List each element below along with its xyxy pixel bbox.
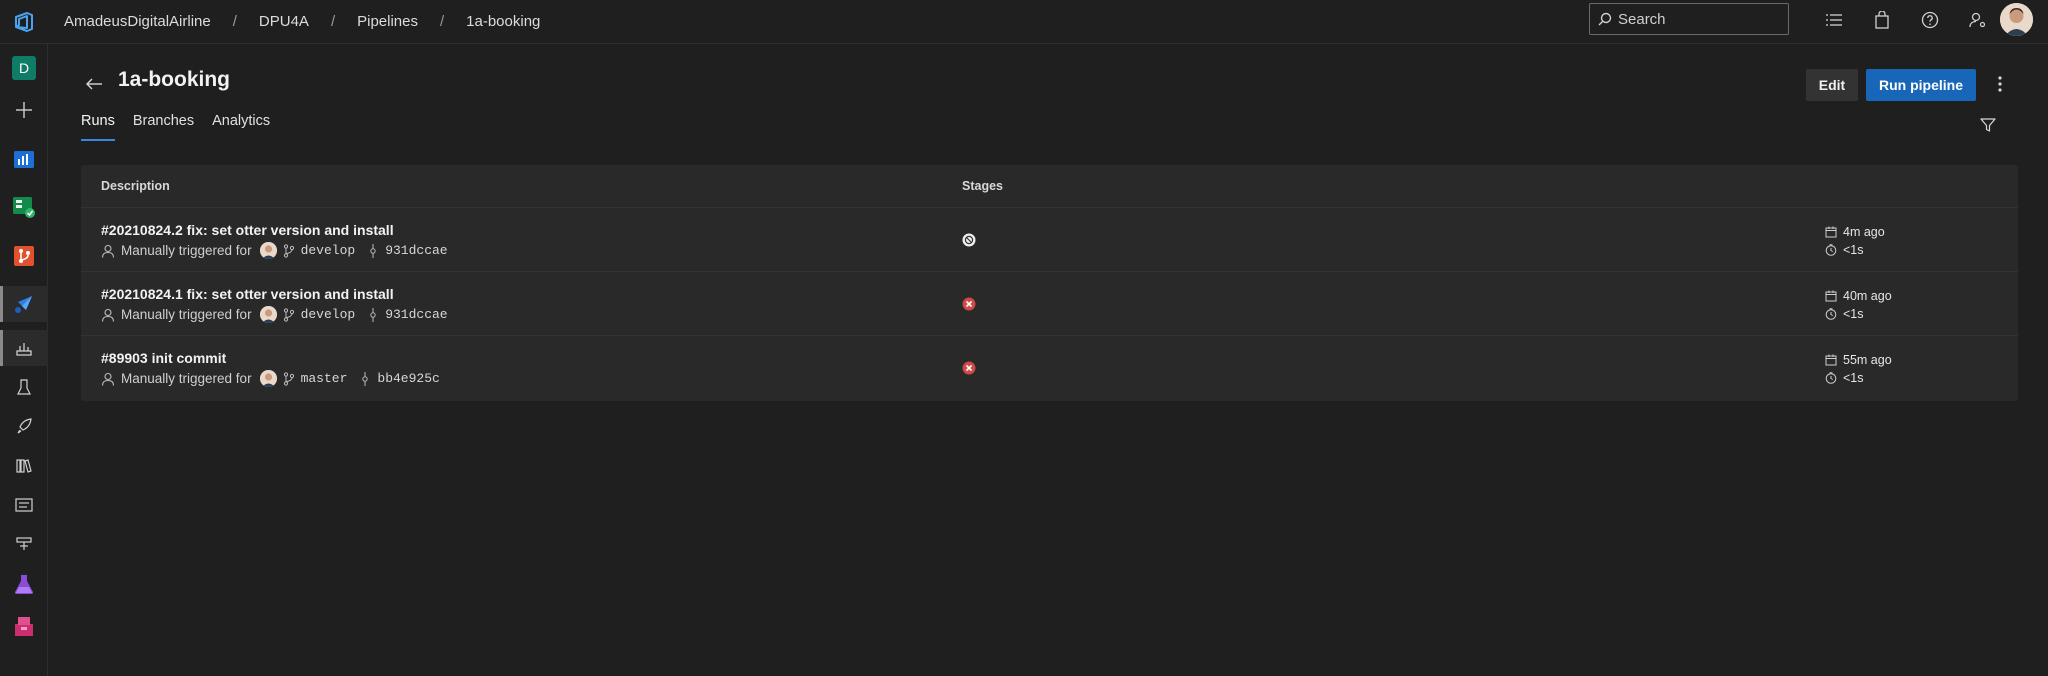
top-bar: AmadeusDigitalAirline / DPU4A / Pipeline… bbox=[0, 0, 2048, 44]
run-duration: <1s bbox=[1843, 243, 1864, 257]
repos-icon[interactable] bbox=[0, 238, 48, 274]
avatar bbox=[259, 242, 277, 259]
table-row[interactable]: #89903 init commit Manually triggered fo… bbox=[81, 336, 2018, 400]
stage-skipped-icon[interactable] bbox=[962, 233, 976, 252]
run-title[interactable]: #89903 init commit bbox=[101, 350, 226, 366]
run-time-ago: 4m ago bbox=[1843, 225, 1885, 239]
run-time-ago: 55m ago bbox=[1843, 353, 1892, 367]
avatar bbox=[259, 306, 277, 323]
breadcrumb: AmadeusDigitalAirline / DPU4A / Pipeline… bbox=[60, 13, 544, 30]
breadcrumb-pipelines[interactable]: Pipelines bbox=[353, 13, 422, 30]
overview-icon[interactable] bbox=[0, 141, 48, 177]
commit-hash[interactable]: 931dccae bbox=[385, 243, 447, 258]
column-header-stages: Stages bbox=[962, 179, 1003, 193]
branch-name[interactable]: develop bbox=[301, 307, 356, 322]
trigger-text: Manually triggered for bbox=[121, 371, 252, 386]
help-icon[interactable] bbox=[1906, 6, 1954, 34]
calendar-icon bbox=[1825, 290, 1837, 302]
table-row[interactable]: #20210824.2 fix: set otter version and i… bbox=[81, 208, 2018, 272]
library-icon[interactable] bbox=[0, 448, 48, 484]
avatar bbox=[259, 370, 277, 387]
person-icon bbox=[101, 244, 115, 258]
tab-bar: Runs Branches Analytics bbox=[81, 113, 288, 141]
run-meta: Manually triggered for master bb4e925c bbox=[101, 370, 440, 387]
table-row[interactable]: #20210824.1 fix: set otter version and i… bbox=[81, 272, 2018, 336]
commit-hash[interactable]: 931dccae bbox=[385, 307, 447, 322]
trigger-text: Manually triggered for bbox=[121, 307, 252, 322]
breadcrumb-project[interactable]: DPU4A bbox=[255, 13, 313, 30]
tab-analytics[interactable]: Analytics bbox=[212, 113, 270, 141]
environments-icon[interactable] bbox=[0, 369, 48, 405]
breadcrumb-separator: / bbox=[330, 13, 336, 30]
run-title[interactable]: #20210824.1 fix: set otter version and i… bbox=[101, 286, 394, 302]
person-icon bbox=[101, 372, 115, 386]
search-icon bbox=[1598, 12, 1612, 26]
commit-icon bbox=[361, 371, 369, 386]
artifacts-icon[interactable] bbox=[0, 608, 48, 644]
branch-icon bbox=[283, 307, 295, 322]
branch-name[interactable]: master bbox=[301, 371, 348, 386]
breadcrumb-pipeline[interactable]: 1a-booking bbox=[462, 13, 544, 30]
branch-icon bbox=[283, 371, 295, 386]
pipelines-icon[interactable] bbox=[0, 286, 48, 322]
tab-runs[interactable]: Runs bbox=[81, 113, 115, 141]
branch-icon bbox=[283, 243, 295, 258]
clock-icon bbox=[1825, 372, 1837, 384]
commit-hash[interactable]: bb4e925c bbox=[377, 371, 439, 386]
releases-rocket-icon[interactable] bbox=[0, 408, 48, 444]
breadcrumb-separator: / bbox=[232, 13, 237, 30]
test-plans-icon[interactable] bbox=[0, 566, 48, 602]
search-placeholder: Search bbox=[1618, 10, 1666, 28]
user-settings-icon[interactable] bbox=[1954, 6, 2002, 34]
run-title[interactable]: #20210824.2 fix: set otter version and i… bbox=[101, 222, 394, 238]
run-time-ago: 40m ago bbox=[1843, 289, 1892, 303]
run-times: 4m ago <1s bbox=[1825, 223, 1885, 259]
run-duration: <1s bbox=[1843, 371, 1864, 385]
run-duration: <1s bbox=[1843, 307, 1864, 321]
run-meta: Manually triggered for develop 931dccae bbox=[101, 242, 448, 259]
run-times: 55m ago <1s bbox=[1825, 351, 1892, 387]
azure-devops-logo-icon[interactable] bbox=[0, 0, 48, 44]
marketplace-bag-icon[interactable] bbox=[1858, 6, 1906, 34]
runs-table: Description Stages #20210824.2 fix: set … bbox=[81, 165, 2018, 401]
task-list-icon[interactable] bbox=[1810, 6, 1858, 34]
add-icon[interactable] bbox=[0, 92, 48, 128]
tab-branches[interactable]: Branches bbox=[133, 113, 194, 141]
table-header: Description Stages bbox=[81, 165, 2018, 208]
task-groups-icon[interactable] bbox=[0, 487, 48, 523]
branch-name[interactable]: develop bbox=[301, 243, 356, 258]
left-navigation-rail: D bbox=[0, 44, 48, 676]
stage-failed-icon[interactable] bbox=[962, 297, 976, 316]
project-initial: D bbox=[12, 56, 36, 80]
clock-icon bbox=[1825, 244, 1837, 256]
run-meta: Manually triggered for develop 931dccae bbox=[101, 306, 448, 323]
stage-failed-icon[interactable] bbox=[962, 361, 976, 380]
commit-icon bbox=[369, 243, 377, 258]
filter-icon[interactable] bbox=[1976, 113, 2000, 137]
project-avatar[interactable]: D bbox=[0, 50, 48, 86]
boards-icon[interactable] bbox=[0, 189, 48, 225]
page-title: 1a-booking bbox=[118, 68, 231, 91]
search-input[interactable]: Search bbox=[1589, 3, 1789, 35]
run-times: 40m ago <1s bbox=[1825, 287, 1892, 323]
calendar-icon bbox=[1825, 226, 1837, 238]
commit-icon bbox=[369, 307, 377, 322]
deployment-groups-icon[interactable] bbox=[0, 526, 48, 562]
breadcrumb-org[interactable]: AmadeusDigitalAirline bbox=[60, 13, 215, 30]
clock-icon bbox=[1825, 308, 1837, 320]
breadcrumb-separator: / bbox=[439, 13, 445, 30]
person-icon bbox=[101, 308, 115, 322]
user-avatar[interactable] bbox=[2000, 3, 2033, 36]
pipelines-subitem-icon[interactable] bbox=[0, 330, 48, 366]
more-actions-icon[interactable] bbox=[1988, 72, 2012, 96]
run-pipeline-button[interactable]: Run pipeline bbox=[1866, 69, 1976, 101]
back-arrow-icon[interactable] bbox=[82, 72, 106, 96]
calendar-icon bbox=[1825, 354, 1837, 366]
column-header-description: Description bbox=[101, 179, 170, 193]
trigger-text: Manually triggered for bbox=[121, 243, 252, 258]
edit-button[interactable]: Edit bbox=[1806, 69, 1858, 101]
